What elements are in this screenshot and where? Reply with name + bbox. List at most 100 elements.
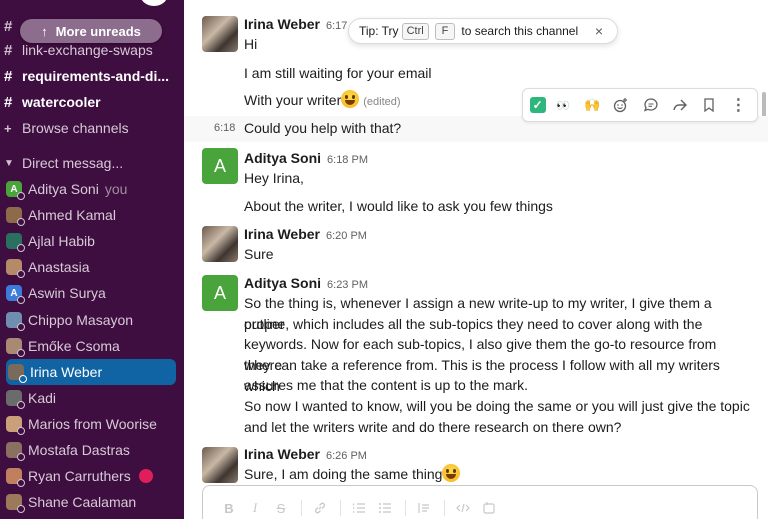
browse-channels-button[interactable]: + Browse channels bbox=[0, 115, 184, 141]
sidebar-dm-item[interactable]: Chippo Masayon bbox=[0, 307, 184, 333]
sidebar-channel-watercooler[interactable]: # watercooler bbox=[0, 89, 184, 115]
status-emoji-icon bbox=[138, 469, 153, 483]
channel-label: requirements-and-di... bbox=[22, 68, 170, 84]
avatar bbox=[6, 390, 25, 409]
timestamp[interactable]: 6:20 PM bbox=[326, 230, 367, 242]
divider bbox=[301, 500, 302, 516]
dm-label: Kadi bbox=[28, 390, 57, 406]
check-reaction-icon[interactable]: ✓ bbox=[529, 97, 546, 113]
sidebar-channel-requirements[interactable]: # requirements-and-di... bbox=[0, 63, 184, 89]
message-text: Sure bbox=[244, 246, 274, 262]
avatar bbox=[6, 442, 25, 461]
sidebar-channel-link-exchange-swaps[interactable]: # link-exchange-swaps bbox=[0, 37, 184, 63]
sidebar-dm-item[interactable]: A Aditya Soni you bbox=[0, 176, 184, 202]
browse-channels-label: Browse channels bbox=[22, 120, 129, 136]
link-icon[interactable] bbox=[308, 498, 332, 518]
formatting-toolbar: B I S bbox=[217, 498, 503, 518]
sidebar-dm-item[interactable]: Ryan Carruthers bbox=[0, 463, 184, 489]
code-block-icon[interactable] bbox=[477, 498, 501, 518]
avatar[interactable]: A bbox=[202, 148, 238, 184]
bulleted-list-icon[interactable] bbox=[373, 498, 397, 518]
presence-status-icon bbox=[19, 375, 27, 383]
message-composer[interactable]: B I S bbox=[202, 485, 758, 519]
bold-button[interactable]: B bbox=[217, 498, 241, 518]
message-text: With your writer bbox=[244, 92, 342, 108]
timestamp[interactable]: 6:17 bbox=[326, 20, 347, 32]
divider bbox=[340, 500, 341, 516]
search-tip-banner: Tip: Try Ctrl F to search this channel × bbox=[348, 18, 618, 44]
avatar bbox=[6, 416, 25, 435]
kbd-f: F bbox=[434, 22, 456, 40]
reply-in-thread-icon[interactable] bbox=[639, 93, 663, 117]
channel-label: link-exchange-swaps bbox=[22, 42, 153, 58]
presence-status-icon bbox=[17, 453, 25, 461]
timestamp[interactable]: 6:26 PM bbox=[326, 450, 367, 462]
message-header: Aditya Soni 6:18 PM bbox=[244, 150, 368, 166]
sender-name[interactable]: Aditya Soni bbox=[244, 150, 321, 166]
message-header: Irina Weber 6:26 PM bbox=[244, 446, 367, 462]
message-text: About the writer, I would like to ask yo… bbox=[244, 198, 553, 214]
hash-icon: # bbox=[4, 67, 13, 85]
message-text: outline, which includes all the sub-topi… bbox=[244, 316, 703, 332]
avatar bbox=[6, 312, 25, 331]
sidebar-dm-item[interactable]: Kadi bbox=[0, 385, 184, 411]
avatar bbox=[6, 259, 25, 278]
sidebar-dm-item[interactable]: Emőke Csoma bbox=[0, 333, 184, 359]
you-tag: you bbox=[104, 181, 128, 197]
sidebar-dm-item[interactable]: Anastasia bbox=[0, 254, 184, 280]
eyes-reaction-icon[interactable]: 👀 bbox=[551, 93, 575, 117]
hash-icon: # bbox=[4, 93, 13, 111]
avatar[interactable]: A bbox=[202, 275, 238, 311]
sidebar-dm-item[interactable]: Marios from Woorise bbox=[0, 411, 184, 437]
sender-name[interactable]: Aditya Soni bbox=[244, 275, 321, 291]
ordered-list-icon[interactable] bbox=[347, 498, 371, 518]
avatar[interactable] bbox=[202, 447, 238, 483]
avatar[interactable] bbox=[202, 16, 238, 52]
sender-name[interactable]: Irina Weber bbox=[244, 446, 320, 462]
code-icon[interactable] bbox=[451, 498, 475, 518]
bookmark-icon[interactable] bbox=[697, 93, 721, 117]
sidebar-dm-item[interactable]: Ajlal Habib bbox=[0, 228, 184, 254]
sidebar-dm-item[interactable]: A Aswin Surya bbox=[0, 280, 184, 306]
sidebar-dm-item[interactable]: Shane Caalaman bbox=[0, 489, 184, 515]
dm-label: Aditya Soni bbox=[28, 181, 99, 197]
dm-label: Aswin Surya bbox=[28, 285, 106, 301]
sidebar-dm-item[interactable]: Irina Weber bbox=[6, 359, 176, 385]
raised-hands-reaction-icon[interactable]: 🙌 bbox=[580, 93, 604, 117]
timestamp[interactable]: 6:18 PM bbox=[327, 154, 368, 166]
workspace-avatar[interactable] bbox=[140, 0, 168, 6]
more-actions-icon[interactable]: ⋮ bbox=[726, 93, 750, 117]
presence-status-icon bbox=[17, 479, 25, 487]
dm-label: Marios from Woorise bbox=[28, 416, 157, 432]
sidebar-dm-item[interactable]: Ahmed Kamal bbox=[0, 202, 184, 228]
hover-timestamp[interactable]: 6:18 bbox=[214, 122, 235, 134]
tip-suffix: to search this channel bbox=[461, 24, 579, 38]
avatar bbox=[6, 233, 25, 252]
sender-name[interactable]: Irina Weber bbox=[244, 16, 320, 32]
avatar: A bbox=[6, 285, 25, 304]
avatar bbox=[6, 494, 25, 513]
dm-label: Irina Weber bbox=[30, 364, 103, 380]
message-text: I am still waiting for your email bbox=[244, 65, 432, 81]
share-icon[interactable] bbox=[668, 93, 692, 117]
presence-status-icon bbox=[17, 349, 25, 357]
blockquote-icon[interactable] bbox=[412, 498, 436, 518]
avatar bbox=[6, 468, 25, 487]
timestamp[interactable]: 6:23 PM bbox=[327, 279, 368, 291]
presence-status-icon bbox=[17, 401, 25, 409]
presence-status-icon bbox=[17, 270, 25, 278]
message-text: Sure, I am doing the same thing bbox=[244, 466, 443, 482]
message-header: Aditya Soni 6:23 PM bbox=[244, 275, 368, 291]
sidebar-dm-item[interactable]: Mostafa Dastras bbox=[0, 437, 184, 463]
add-reaction-icon[interactable] bbox=[609, 93, 633, 117]
sender-name[interactable]: Irina Weber bbox=[244, 226, 320, 242]
message-actions-toolbar: ✓ 👀 🙌 ⋮ bbox=[522, 88, 758, 122]
avatar[interactable] bbox=[202, 226, 238, 262]
strikethrough-button[interactable]: S bbox=[269, 498, 293, 518]
message-pane: Irina Weber 6:17 Hi I am still waiting fo… bbox=[184, 0, 768, 519]
avatar bbox=[6, 207, 25, 226]
italic-button[interactable]: I bbox=[243, 498, 267, 518]
close-icon[interactable]: × bbox=[595, 23, 603, 39]
direct-messages-header[interactable]: ▼ Direct messag... bbox=[0, 150, 184, 176]
message-text-with-emoji: Sure, I am doing the same thing bbox=[244, 464, 754, 485]
